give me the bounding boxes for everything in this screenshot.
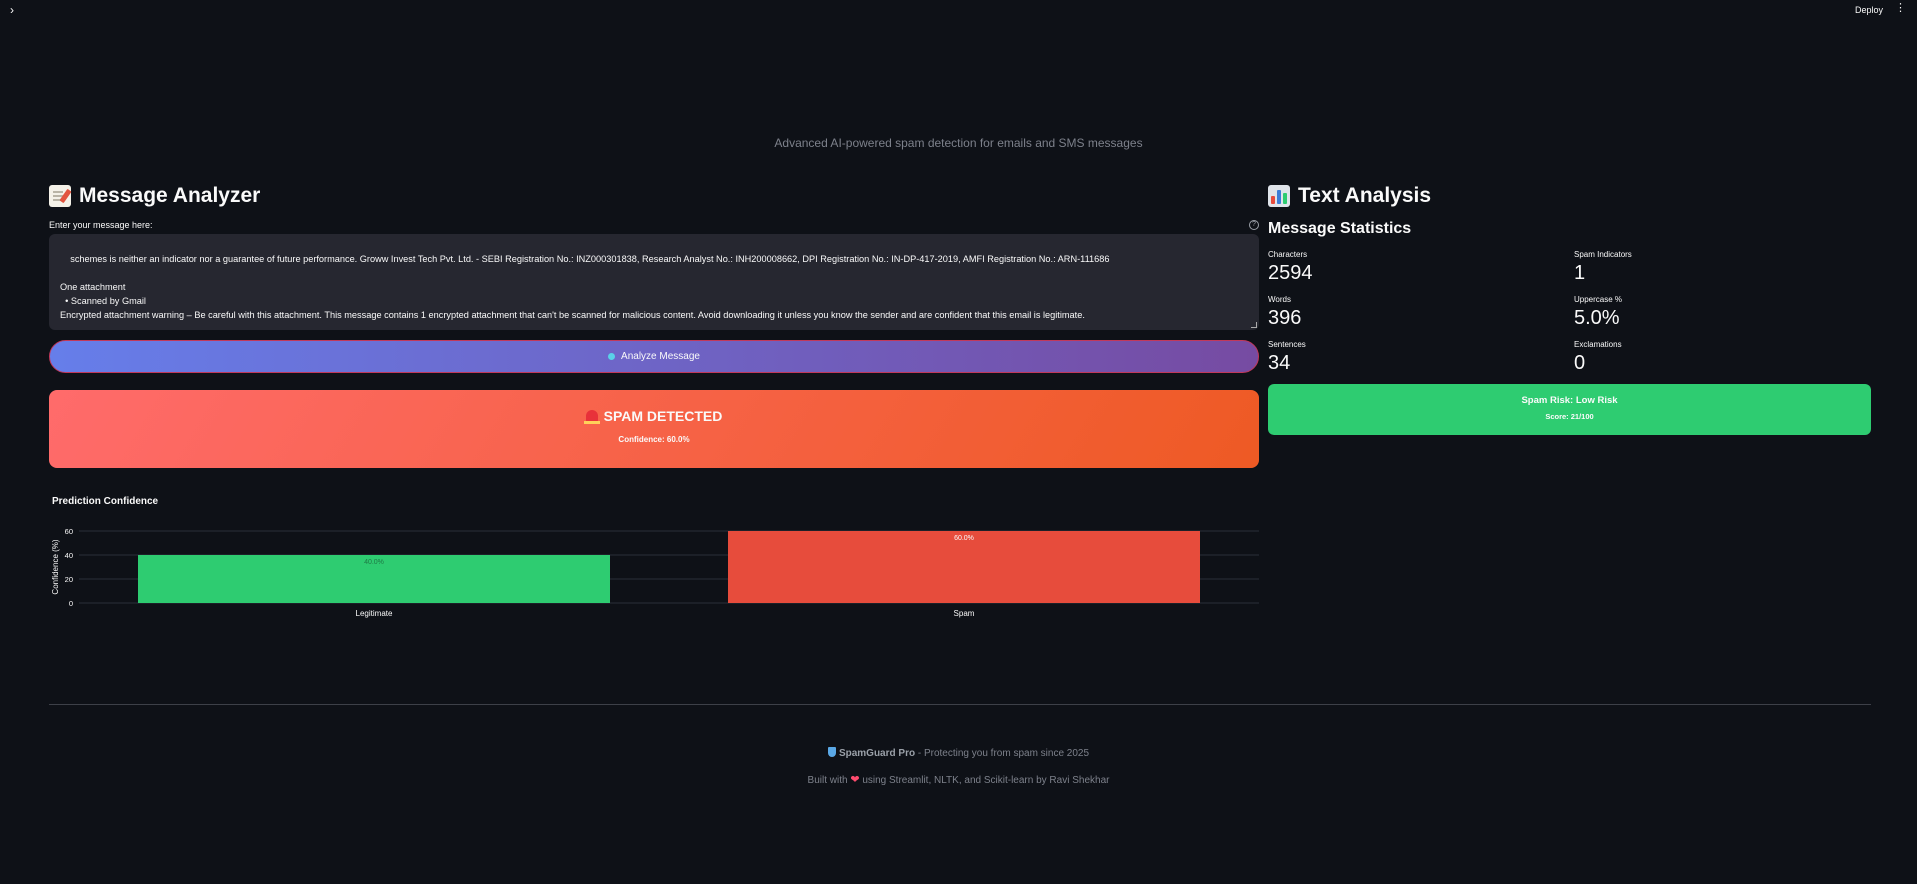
stat-value: 2594 (1268, 262, 1313, 284)
bar-chart-icon (1268, 185, 1290, 207)
stat-sentences: Sentences 34 (1268, 340, 1574, 379)
stat-label: Spam Indicators (1574, 250, 1632, 259)
analyzer-title: Message Analyzer (79, 184, 261, 207)
spam-risk-card: Spam Risk: Low Risk Score: 21/100 (1268, 384, 1871, 435)
stat-value: 34 (1268, 352, 1291, 374)
footer-credits-line: Built with ❤ using Streamlit, NLTK, and … (0, 773, 1917, 786)
stat-spam-indicators: Spam Indicators 1 (1574, 250, 1871, 289)
risk-title: Spam Risk: Low Risk (1521, 395, 1618, 406)
main-menu-icon[interactable]: ⋮ (1895, 3, 1906, 14)
footer-built-suffix: using Streamlit, NLTK, and Scikit-learn … (859, 775, 1110, 786)
message-input-label: Enter your message here: (49, 220, 153, 230)
footer-brand-line: SpamGuard Pro - Protecting you from spam… (0, 747, 1917, 759)
stat-uppercase: Uppercase % 5.0% (1574, 295, 1871, 334)
stats-title: Message Statistics (1268, 220, 1412, 237)
footer-tagline: - Protecting you from spam since 2025 (915, 748, 1090, 759)
stat-label: Words (1268, 295, 1291, 304)
y-tick-label: 40 (65, 551, 73, 560)
stat-label: Exclamations (1574, 340, 1622, 349)
risk-score: Score: 21/100 (1545, 412, 1594, 421)
stat-label: Uppercase % (1574, 295, 1623, 304)
stat-characters: Characters 2594 (1268, 250, 1574, 289)
stat-value: 1 (1574, 262, 1586, 284)
y-axis-label: Confidence (%) (51, 539, 60, 594)
stat-value: 0 (1574, 352, 1586, 374)
x-tick-label: Spam (954, 609, 975, 618)
result-confidence: Confidence: 60.0% (618, 435, 690, 444)
confidence-bar-chart: 0 20 40 60 Confidence (%) 40.0% Legitimate 60.0… (51, 527, 1259, 618)
stat-value: 5.0% (1574, 307, 1620, 329)
analyze-button-label: Analyze Message (621, 351, 700, 362)
stat-exclamations: Exclamations 0 (1574, 340, 1871, 379)
analyzer-column: Message Analyzer Enter your message here… (49, 178, 1259, 637)
message-input-label-row: Enter your message here: ? (49, 220, 1259, 230)
stat-label: Characters (1268, 250, 1308, 259)
message-textarea[interactable]: schemes is neither an indicator nor a gu… (49, 234, 1259, 330)
analyze-message-button[interactable]: Analyze Message (49, 340, 1259, 373)
stat-words: Words 396 (1268, 295, 1574, 334)
shield-icon (827, 747, 836, 757)
bar-data-label: 40.0% (364, 559, 384, 566)
spam-result-card: SPAM DETECTED Confidence: 60.0% (49, 390, 1259, 468)
message-text: schemes is neither an indicator nor a gu… (60, 254, 1110, 320)
analysis-column: Text Analysis Message Statistics Charact… (1268, 178, 1871, 435)
analyzer-heading: Message Analyzer (49, 178, 1259, 214)
chart-title: Prediction Confidence (52, 496, 159, 507)
y-tick-label: 60 (65, 527, 73, 536)
x-tick-label: Legitimate (356, 609, 393, 618)
resize-handle-icon[interactable] (1251, 322, 1257, 328)
stats-grid: Characters 2594 Spam Indicators 1 Words … (1268, 250, 1871, 379)
result-title: SPAM DETECTED (603, 408, 723, 424)
footer-built-prefix: Built with (807, 775, 851, 786)
y-tick-label: 0 (69, 599, 73, 608)
footer-brand: SpamGuard Pro (838, 748, 916, 759)
bar-data-label: 60.0% (954, 535, 974, 542)
search-icon (608, 353, 616, 360)
deploy-button[interactable]: Deploy (1855, 5, 1883, 15)
memo-icon (49, 185, 71, 207)
result-title-row: SPAM DETECTED (583, 408, 723, 424)
help-icon[interactable]: ? (1249, 220, 1259, 230)
y-tick-label: 20 (65, 575, 73, 584)
stat-value: 396 (1268, 307, 1302, 329)
heart-icon: ❤ (850, 774, 860, 786)
footer-divider (49, 704, 1871, 705)
confidence-chart: 0 20 40 60 Confidence (%) 40.0% Legitimate 60.0… (49, 517, 1259, 637)
top-toolbar: › Deploy ⋮ (0, 0, 1917, 22)
sidebar-toggle-icon[interactable]: › (10, 3, 14, 17)
app-subtitle: Advanced AI-powered spam detection for e… (774, 136, 1143, 150)
analysis-title: Text Analysis (1298, 184, 1432, 207)
siren-icon (583, 410, 600, 424)
analysis-heading: Text Analysis (1268, 178, 1871, 214)
stat-label: Sentences (1268, 340, 1306, 349)
